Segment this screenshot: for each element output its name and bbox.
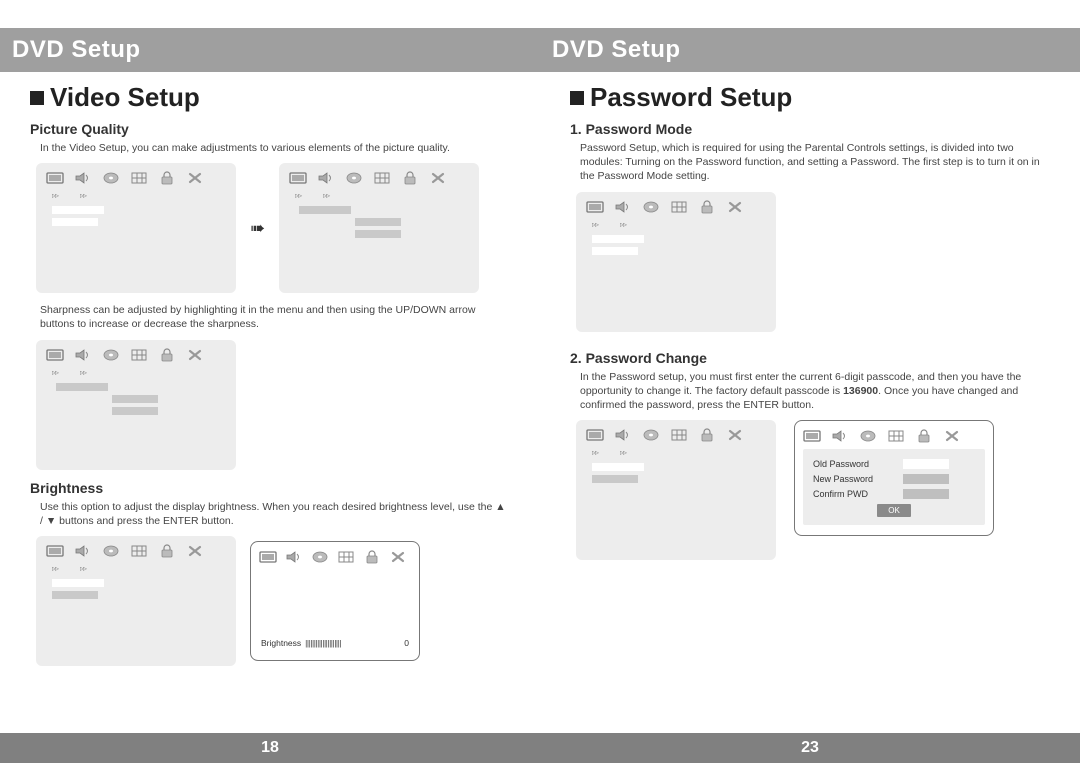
disc-icon [311, 550, 329, 564]
speaker-icon [74, 348, 92, 362]
close-icon [726, 200, 744, 214]
page-number: 23 [540, 733, 1080, 763]
menu-panel: ▹▹▹▹ [36, 340, 236, 470]
new-password-row: New Password [813, 474, 975, 484]
old-password-label: Old Password [813, 459, 893, 469]
speaker-icon [285, 550, 303, 564]
lock-icon [158, 171, 176, 185]
speaker-icon [831, 429, 849, 443]
old-password-row: Old Password [813, 459, 975, 469]
lock-icon [158, 348, 176, 362]
section-title-text: Video Setup [50, 82, 200, 113]
grid-icon [670, 200, 688, 214]
password-mode-text: Password Setup, which is required for us… [570, 141, 1050, 184]
disc-icon [102, 544, 120, 558]
close-icon [726, 428, 744, 442]
confirm-password-row: Confirm PWD [813, 489, 975, 499]
speaker-icon [74, 171, 92, 185]
display-icon [586, 428, 604, 442]
display-icon [259, 550, 277, 564]
display-icon [46, 348, 64, 362]
lock-icon [915, 429, 933, 443]
page-header: DVD Setup [0, 28, 540, 72]
lock-icon [401, 171, 419, 185]
grid-icon [130, 348, 148, 362]
section-title-text: Password Setup [590, 82, 792, 113]
close-icon [186, 544, 204, 558]
page-header: DVD Setup [540, 28, 1080, 72]
section-title-video-setup: Video Setup [30, 82, 510, 113]
close-icon [186, 171, 204, 185]
lock-icon [363, 550, 381, 564]
sharpness-note: Sharpness can be adjusted by highlightin… [30, 303, 510, 331]
menu-tab-icons [46, 171, 226, 185]
menu-panel: ▹▹▹▹ [279, 163, 479, 293]
speaker-icon [317, 171, 335, 185]
display-icon [586, 200, 604, 214]
grid-icon [337, 550, 355, 564]
brightness-slider-value: 0 [404, 638, 409, 648]
old-password-field[interactable] [903, 459, 949, 469]
new-password-field[interactable] [903, 474, 949, 484]
confirm-password-field[interactable] [903, 489, 949, 499]
disc-icon [102, 171, 120, 185]
subheading-password-change: 2. Password Change [570, 350, 1050, 366]
brightness-slider-label: Brightness [261, 638, 301, 648]
brightness-text: Use this option to adjust the display br… [30, 500, 510, 528]
manual-page-left: DVD Setup Video Setup Picture Quality In… [0, 0, 540, 763]
display-icon [803, 429, 821, 443]
menu-panel: ▹▹▹▹ [576, 192, 776, 332]
subheading-brightness: Brightness [30, 480, 510, 496]
close-icon [429, 171, 447, 185]
brightness-slider-track[interactable]: ||||||||||||||||||||| [305, 638, 400, 648]
disc-icon [859, 429, 877, 443]
grid-icon [373, 171, 391, 185]
disc-icon [642, 428, 660, 442]
subheading-picture-quality: Picture Quality [30, 121, 510, 137]
menu-panel: ▹▹▹▹ [576, 420, 776, 560]
picture-quality-panels: ▹▹▹▹ ➠ ▹▹▹▹ [30, 163, 510, 293]
grid-icon [130, 171, 148, 185]
section-title-password-setup: Password Setup [570, 82, 1050, 113]
new-password-label: New Password [813, 474, 893, 484]
display-icon [46, 544, 64, 558]
display-icon [46, 171, 64, 185]
password-change-dialog: Old Password New Password Confirm PWD OK [794, 420, 994, 536]
disc-icon [345, 171, 363, 185]
menu-panel: ▹▹▹▹ [36, 163, 236, 293]
close-icon [186, 348, 204, 362]
disc-icon [102, 348, 120, 362]
disc-icon [642, 200, 660, 214]
confirm-password-label: Confirm PWD [813, 489, 893, 499]
subheading-password-mode: 1. Password Mode [570, 121, 1050, 137]
speaker-icon [74, 544, 92, 558]
page-number: 18 [0, 733, 540, 763]
ok-button[interactable]: OK [877, 504, 911, 517]
arrow-right-icon: ➠ [250, 218, 265, 239]
brightness-slider-panel: Brightness ||||||||||||||||||||| 0 [250, 541, 420, 661]
lock-icon [158, 544, 176, 558]
close-icon [943, 429, 961, 443]
lock-icon [698, 200, 716, 214]
menu-panel: ▹▹▹▹ [36, 536, 236, 666]
lock-icon [698, 428, 716, 442]
picture-quality-intro: In the Video Setup, you can make adjustm… [30, 141, 510, 155]
bullet-icon [30, 91, 44, 105]
manual-page-right: DVD Setup Password Setup 1. Password Mod… [540, 0, 1080, 763]
speaker-icon [614, 200, 632, 214]
display-icon [289, 171, 307, 185]
password-change-text: In the Password setup, you must first en… [570, 370, 1050, 413]
grid-icon [130, 544, 148, 558]
bullet-icon [570, 91, 584, 105]
grid-icon [887, 429, 905, 443]
grid-icon [670, 428, 688, 442]
close-icon [389, 550, 407, 564]
speaker-icon [614, 428, 632, 442]
